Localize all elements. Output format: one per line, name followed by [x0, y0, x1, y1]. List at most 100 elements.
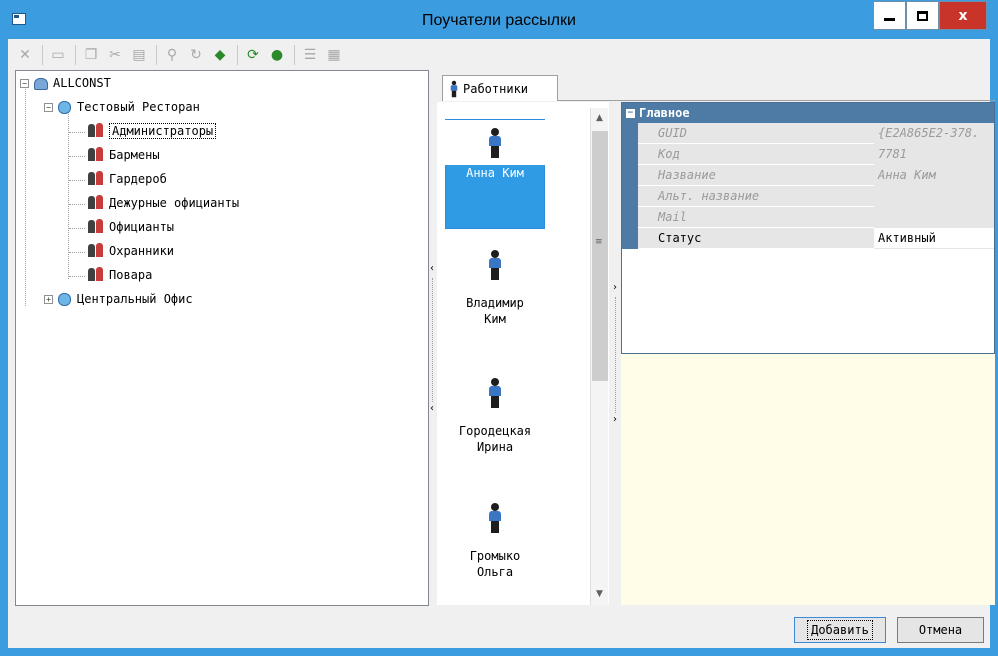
maximize-button[interactable]: [906, 1, 939, 30]
tree-node-group[interactable]: Официанты: [86, 216, 174, 238]
tree-node-group[interactable]: Охранники: [86, 240, 174, 262]
employee-list-scrollbar[interactable]: ▲ ≡ ▼: [590, 108, 608, 605]
title-bar[interactable]: Поучатели рассылки x: [0, 0, 998, 39]
tree-guide-line: [69, 132, 85, 133]
copy-button[interactable]: ❐: [80, 44, 102, 66]
tree-node-label: ALLCONST: [53, 76, 111, 90]
save-button[interactable]: ▭: [47, 44, 69, 66]
tree-guide-line: [69, 204, 85, 205]
delete-icon: ✕: [19, 46, 31, 63]
property-gutter: [622, 165, 638, 186]
collapse-icon[interactable]: −: [626, 108, 635, 118]
tree-node-group[interactable]: Дежурные официанты: [86, 192, 239, 214]
tree-node-group[interactable]: Повара: [86, 264, 152, 286]
expand-icon[interactable]: +: [44, 294, 53, 304]
scroll-down-icon[interactable]: ▼: [591, 586, 608, 603]
tree-node-root[interactable]: − ALLCONST: [20, 72, 111, 94]
property-row[interactable]: Название Анна Ким: [622, 165, 994, 186]
tree-node-office[interactable]: + Центральный Офис: [44, 288, 193, 310]
property-gutter: [622, 207, 638, 228]
property-value[interactable]: 7781: [874, 144, 994, 165]
person-icon: [488, 249, 502, 280]
property-row[interactable]: GUID {E2A865E2-378.: [622, 123, 994, 144]
property-row[interactable]: Статус Активный: [622, 228, 994, 249]
tree-node-group[interactable]: Администраторы: [86, 120, 217, 142]
maximize-icon: [917, 10, 928, 21]
tab-workers[interactable]: Работники: [442, 75, 558, 101]
tree-node-label: Гардероб: [109, 172, 167, 186]
property-row[interactable]: Код 7781: [622, 144, 994, 165]
move-button[interactable]: ↻: [185, 44, 207, 66]
cancel-button[interactable]: Отмена: [897, 617, 984, 643]
paste-icon: ▤: [132, 46, 146, 63]
scroll-up-icon[interactable]: ▲: [591, 110, 608, 127]
tree-node-label: Повара: [109, 268, 153, 282]
scrollbar-grip-icon: ≡: [595, 237, 603, 247]
employee-card[interactable]: Громыко Ольга: [445, 495, 545, 605]
close-button[interactable]: x: [939, 1, 987, 30]
group-icon: [86, 195, 106, 211]
group-icon: [86, 243, 106, 259]
property-section-header[interactable]: − Главное: [622, 103, 994, 123]
organization-tree[interactable]: − ALLCONST − Тестовый Ресторан Администр…: [15, 70, 429, 606]
toolbar: ✕ ▭ ❐ ✂ ▤ ⚲ ↻ ◆ ⟳ ● ☰ ▦: [8, 39, 990, 70]
property-name: Mail: [638, 207, 874, 228]
splitter-expand-right-icon[interactable]: ›: [613, 415, 619, 425]
employee-name-line: Ольга: [476, 565, 514, 579]
property-value[interactable]: [874, 207, 994, 228]
tree-node-label: Охранники: [109, 244, 175, 258]
property-value[interactable]: Активный: [874, 228, 994, 249]
refresh-button[interactable]: ⟳: [242, 44, 264, 66]
tree-node-group[interactable]: Бармены: [86, 144, 160, 166]
close-icon: x: [958, 7, 968, 24]
export-button[interactable]: ▦: [323, 44, 345, 66]
import-icon: ◆: [214, 46, 226, 63]
employee-card[interactable]: Городецкая Ирина: [445, 370, 545, 480]
group-icon: [86, 147, 106, 163]
employee-photo: [445, 242, 545, 287]
employee-list[interactable]: Анна Ким Владимир Ким Городецкая Ирина Г…: [437, 102, 609, 605]
splitter-collapse-left-icon[interactable]: ‹: [430, 264, 436, 274]
person-icon: [488, 502, 502, 533]
property-name: GUID: [638, 123, 874, 144]
list-button[interactable]: ☰: [299, 44, 321, 66]
toolbar-separator: [42, 44, 43, 65]
import-button[interactable]: ◆: [209, 44, 231, 66]
add-button[interactable]: Добавить: [794, 617, 886, 643]
property-row[interactable]: Альт. название: [622, 186, 994, 207]
scrollbar-thumb[interactable]: [592, 131, 608, 381]
property-value[interactable]: {E2A865E2-378.: [874, 123, 994, 144]
property-value[interactable]: Анна Ким: [874, 165, 994, 186]
tree-node-group[interactable]: Гардероб: [86, 168, 167, 190]
tree-node-label: Тестовый Ресторан: [77, 100, 200, 114]
property-name: Альт. название: [638, 186, 874, 207]
save-icon: ▭: [51, 46, 65, 63]
employee-name-line: Городецкая: [458, 424, 532, 438]
tree-node-restaurant[interactable]: − Тестовый Ресторан: [44, 96, 200, 118]
employee-card[interactable]: Анна Ким: [445, 119, 545, 229]
property-grid[interactable]: − Главное GUID {E2A865E2-378. Код 7781 Н…: [621, 102, 995, 354]
splitter-handle[interactable]: [615, 297, 616, 413]
property-value[interactable]: [874, 186, 994, 207]
cancel-button-label: Отмена: [918, 623, 963, 637]
splitter-handle[interactable]: [432, 278, 433, 402]
splitter-expand-right-icon[interactable]: ›: [613, 283, 619, 293]
property-gutter: [622, 123, 638, 144]
cut-button[interactable]: ✂: [104, 44, 126, 66]
collapse-icon[interactable]: −: [20, 78, 29, 88]
property-row[interactable]: Mail: [622, 207, 994, 228]
tree-guide-line: [69, 156, 85, 157]
delete-button[interactable]: ✕: [14, 44, 36, 66]
splitter-collapse-left-icon[interactable]: ‹: [430, 404, 436, 414]
sync-button[interactable]: ●: [266, 44, 288, 66]
paste-button[interactable]: ▤: [128, 44, 150, 66]
office-icon: [57, 292, 73, 306]
find-button[interactable]: ⚲: [161, 44, 183, 66]
toolbar-separator: [294, 44, 295, 65]
minimize-button[interactable]: [873, 1, 906, 30]
collapse-icon[interactable]: −: [44, 102, 53, 112]
employee-name: Громыко Ольга: [445, 540, 545, 580]
employee-card[interactable]: Владимир Ким: [445, 242, 545, 352]
window-title: Поучатели рассылки: [422, 12, 576, 29]
tree-node-label: Официанты: [109, 220, 175, 234]
